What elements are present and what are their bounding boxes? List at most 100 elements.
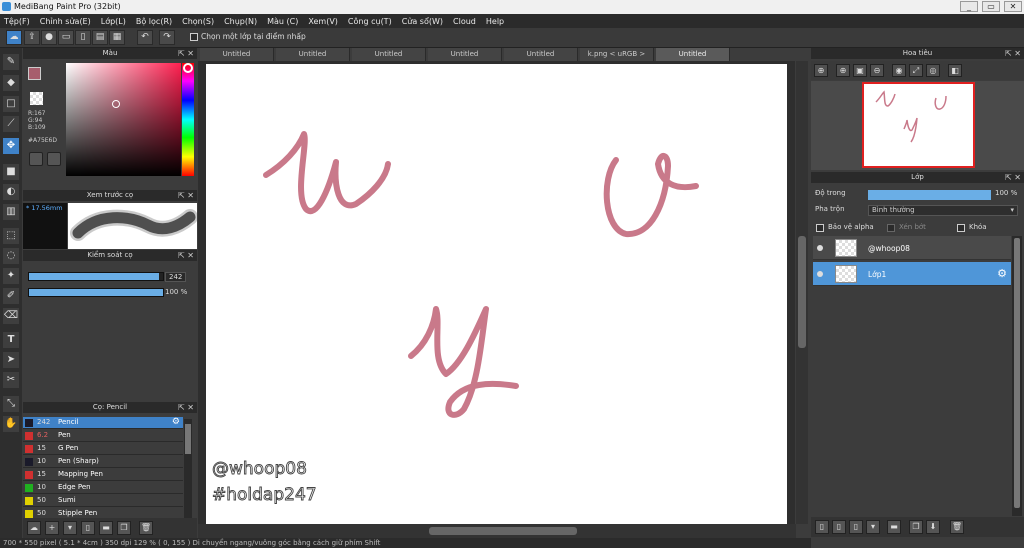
rotate-icon[interactable]: ◉ [892, 64, 906, 77]
tab-untitled-active[interactable]: Untitled [656, 48, 730, 61]
flip-icon[interactable]: ◧ [948, 64, 962, 77]
add-layer-type-icon[interactable]: ▾ [866, 520, 880, 534]
zoom-out-icon[interactable]: ⊖ [870, 64, 884, 77]
blend-mode-select[interactable]: Bình thường ▾ [868, 205, 1018, 216]
hue-cursor[interactable] [183, 63, 193, 73]
undo-icon[interactable]: ↶ [137, 30, 153, 45]
speech-bubble-icon[interactable]: ● [41, 30, 57, 45]
fill-rect-tool-icon[interactable]: ■ [3, 164, 19, 180]
menu-window[interactable]: Cửa sổ(W) [402, 17, 443, 26]
pages-icon[interactable]: ▤ [92, 30, 108, 45]
color-palette-icon[interactable] [47, 152, 61, 166]
menu-layer[interactable]: Lớp(L) [101, 17, 126, 26]
menu-view[interactable]: Xem(V) [308, 17, 338, 26]
panel-close-icon[interactable]: ⇱ ✕ [178, 402, 194, 413]
canvas-vscroll-thumb[interactable] [798, 236, 806, 348]
panel-close-icon[interactable]: ⇱ ✕ [178, 250, 194, 261]
brush-tool-icon[interactable]: ✎ [3, 54, 19, 70]
brush-size-slider[interactable] [28, 272, 164, 281]
page-icon[interactable]: ▯ [75, 30, 91, 45]
brush-item-pen-sharp[interactable]: 10 Pen (Sharp) [23, 456, 183, 468]
layer-scroll-thumb[interactable] [1014, 238, 1020, 508]
eyedropper-tool-icon[interactable]: ⤡ [3, 396, 19, 412]
layer-item-whoop08[interactable]: @whoop08 [813, 236, 1011, 260]
brush-item-pencil[interactable]: 242 Pencil ⚙ [23, 417, 183, 429]
new-layer-icon[interactable]: ▯ [815, 520, 829, 534]
snap-layer-checkbox[interactable] [190, 33, 198, 41]
brush-opacity-slider[interactable] [28, 288, 164, 297]
folder-icon[interactable]: ▬ [887, 520, 901, 534]
minimize-button[interactable]: _ [960, 1, 978, 12]
canvas-vertical-scrollbar[interactable] [796, 61, 808, 524]
cloud-download-icon[interactable]: ☁ [27, 521, 41, 535]
zoom-in-icon[interactable]: ⊕ [814, 64, 828, 77]
restore-button[interactable]: ▭ [982, 1, 1000, 12]
redo-icon[interactable]: ↷ [159, 30, 175, 45]
brush-file-icon[interactable]: ▯ [81, 521, 95, 535]
brush-item-g-pen[interactable]: 15 G Pen [23, 443, 183, 455]
canvas-hscroll-thumb[interactable] [429, 527, 577, 535]
add-brush-icon[interactable]: + [45, 521, 59, 535]
select-pen-tool-icon[interactable]: ✐ [3, 288, 19, 304]
brush-list-scroll-thumb[interactable] [185, 424, 191, 454]
panel-close-icon[interactable]: ⇱ ✕ [1005, 172, 1021, 183]
duplicate-icon[interactable]: ❐ [117, 521, 131, 535]
tab-untitled-3[interactable]: Untitled [352, 48, 426, 61]
trash-icon[interactable]: 🗑 [950, 520, 964, 534]
saturation-value-picker[interactable] [66, 63, 181, 176]
clipping-checkbox[interactable] [887, 224, 895, 232]
rectangle-tool-icon[interactable]: □ [3, 96, 19, 112]
layer-item-lop1[interactable]: Lớp1 ⚙ [813, 262, 1011, 286]
share-icon[interactable]: ⇪ [24, 30, 40, 45]
menu-color[interactable]: Màu (C) [267, 17, 298, 26]
text-tool-icon[interactable]: T [3, 332, 19, 348]
bucket-tool-icon[interactable]: ◐ [3, 184, 19, 200]
brush-item-edge-pen[interactable]: 10 Edge Pen [23, 482, 183, 494]
new-layer-8bit-icon[interactable]: ▯ [832, 520, 846, 534]
menu-filter[interactable]: Bộ lọc(R) [136, 17, 172, 26]
merge-down-icon[interactable]: ⬇ [926, 520, 940, 534]
lasso-tool-icon[interactable]: ◌ [3, 248, 19, 264]
drawing-canvas[interactable]: @whoop08 #holdap247 [206, 64, 787, 524]
menu-file[interactable]: Tệp(F) [4, 17, 30, 26]
navigator-thumbnail[interactable] [862, 82, 975, 168]
menu-edit[interactable]: Chỉnh sửa(E) [40, 17, 91, 26]
zoom-in-small-icon[interactable]: ⊕ [836, 64, 850, 77]
navigator-view[interactable] [811, 81, 1024, 170]
panel-close-icon[interactable]: ⇱ ✕ [1005, 48, 1021, 59]
panel-close-icon[interactable]: ⇱ ✕ [178, 48, 194, 59]
folder-icon[interactable]: ▬ [99, 521, 113, 535]
add-brush-type-icon[interactable]: ▾ [63, 521, 77, 535]
cloud-icon[interactable]: ☁ [6, 30, 22, 45]
divide-tool-icon[interactable]: ✂ [3, 372, 19, 388]
layer-opacity-slider[interactable] [868, 190, 991, 200]
gradient-tool-icon[interactable]: ▥ [3, 204, 19, 220]
trash-icon[interactable]: 🗑 [139, 521, 153, 535]
move-tool-icon[interactable]: ✥ [3, 138, 19, 154]
color-wheel-icon[interactable] [29, 152, 43, 166]
tab-untitled-5[interactable]: Untitled [504, 48, 578, 61]
select-tool-icon[interactable]: ⬚ [3, 228, 19, 244]
menu-select[interactable]: Chọn(S) [182, 17, 214, 26]
fit-window-icon[interactable]: ⤢ [909, 64, 923, 77]
dot-pen-tool-icon[interactable]: ⟋ [3, 116, 19, 132]
magic-wand-tool-icon[interactable]: ✦ [3, 268, 19, 284]
operation-tool-icon[interactable]: ➤ [3, 352, 19, 368]
gear-icon[interactable]: ⚙ [997, 267, 1007, 280]
menu-cloud[interactable]: Cloud [453, 17, 476, 26]
new-layer-1bit-icon[interactable]: ▯ [849, 520, 863, 534]
hand-tool-icon[interactable]: ✋ [3, 416, 19, 432]
grid-icon[interactable]: ▦ [109, 30, 125, 45]
menu-tools[interactable]: Công cụ(T) [348, 17, 392, 26]
tab-untitled-2[interactable]: Untitled [276, 48, 350, 61]
foreground-color-swatch[interactable] [28, 67, 41, 80]
reset-rotate-icon[interactable]: ◎ [926, 64, 940, 77]
duplicate-layer-icon[interactable]: ❐ [909, 520, 923, 534]
tab-k-png[interactable]: k.png < uRGB > [580, 48, 654, 61]
comment-icon[interactable]: ▭ [58, 30, 74, 45]
protect-alpha-checkbox[interactable] [816, 224, 824, 232]
brush-size-value[interactable]: 242 [165, 272, 187, 282]
brush-item-sumi[interactable]: 50 Sumi [23, 495, 183, 507]
lock-checkbox[interactable] [957, 224, 965, 232]
menu-snap[interactable]: Chụp(N) [224, 17, 257, 26]
